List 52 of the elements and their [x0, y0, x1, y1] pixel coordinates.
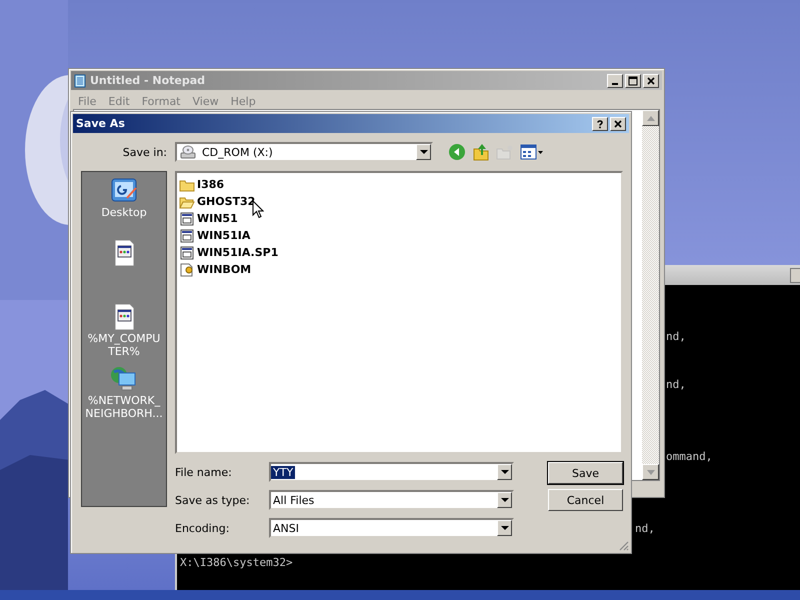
close-button[interactable]	[610, 116, 626, 130]
file-entry[interactable]: I386	[179, 176, 619, 193]
field-label: Save as type:	[175, 494, 251, 506]
help-icon	[595, 118, 605, 128]
dropdown-field[interactable]: All Files	[269, 490, 514, 510]
views-menu-button[interactable]	[519, 143, 545, 161]
folder-icon	[179, 194, 195, 208]
file-entry[interactable]: WINBOM	[179, 261, 619, 278]
console-text: nd,	[666, 330, 686, 343]
console-text: nd,	[635, 522, 655, 535]
up-arrow-icon	[646, 116, 654, 120]
help-button[interactable]	[592, 116, 608, 130]
console-text: X:\I386\system32>	[180, 556, 293, 569]
scroll-down-button[interactable]	[642, 464, 659, 480]
resize-grip-icon	[617, 539, 629, 551]
places-item[interactable]: %MY_COMPUTER%	[83, 302, 165, 362]
maximize-icon	[628, 76, 638, 86]
file-name-field[interactable]: YTY	[269, 462, 514, 482]
cancel-button[interactable]: Cancel	[548, 489, 623, 511]
file-entry[interactable]: WIN51IA.SP1	[179, 244, 619, 261]
file-list[interactable]: I386 GHOST32 WIN51 WIN51IA WIN51IA.SP1 WINBOM	[175, 171, 623, 454]
scrollbar[interactable]	[642, 110, 659, 480]
folder-icon	[179, 178, 195, 192]
file-entry[interactable]: GHOST32	[179, 193, 619, 210]
maximize-button[interactable]	[625, 74, 641, 88]
application-file-icon	[179, 228, 195, 242]
settings-file-icon	[179, 262, 195, 276]
close-icon	[613, 118, 623, 128]
places-item[interactable]: Desktop	[83, 176, 165, 236]
save-button[interactable]: Save	[548, 462, 623, 484]
dialog-title: Save As	[76, 117, 125, 130]
console-text: nd,	[666, 378, 686, 391]
notepad-icon	[74, 74, 86, 88]
window-title: Untitled - Notepad	[90, 74, 206, 87]
field-label: File name:	[175, 466, 233, 478]
save-in-dropdown[interactable]: CD_ROM (X:)	[175, 142, 433, 162]
field-label: Encoding:	[175, 522, 230, 534]
file-entry[interactable]: WIN51	[179, 210, 619, 227]
close-icon	[646, 76, 656, 86]
application-file-icon	[179, 212, 195, 226]
application-file-icon	[179, 246, 195, 260]
scroll-up-button[interactable]	[642, 110, 659, 126]
dropdown-field[interactable]: ANSI	[269, 518, 514, 538]
back-button[interactable]	[447, 142, 467, 162]
down-arrow-icon	[646, 470, 654, 474]
close-button[interactable]	[643, 74, 659, 88]
file-entry[interactable]: WIN51IA	[179, 227, 619, 244]
drive-icon	[180, 145, 196, 159]
save-in-label: Save in:	[122, 146, 168, 158]
minimize-icon	[612, 82, 618, 84]
console-text: ommand,	[666, 450, 712, 463]
places-item[interactable]: %NETWORK_NEIGHBORH...	[83, 364, 165, 424]
